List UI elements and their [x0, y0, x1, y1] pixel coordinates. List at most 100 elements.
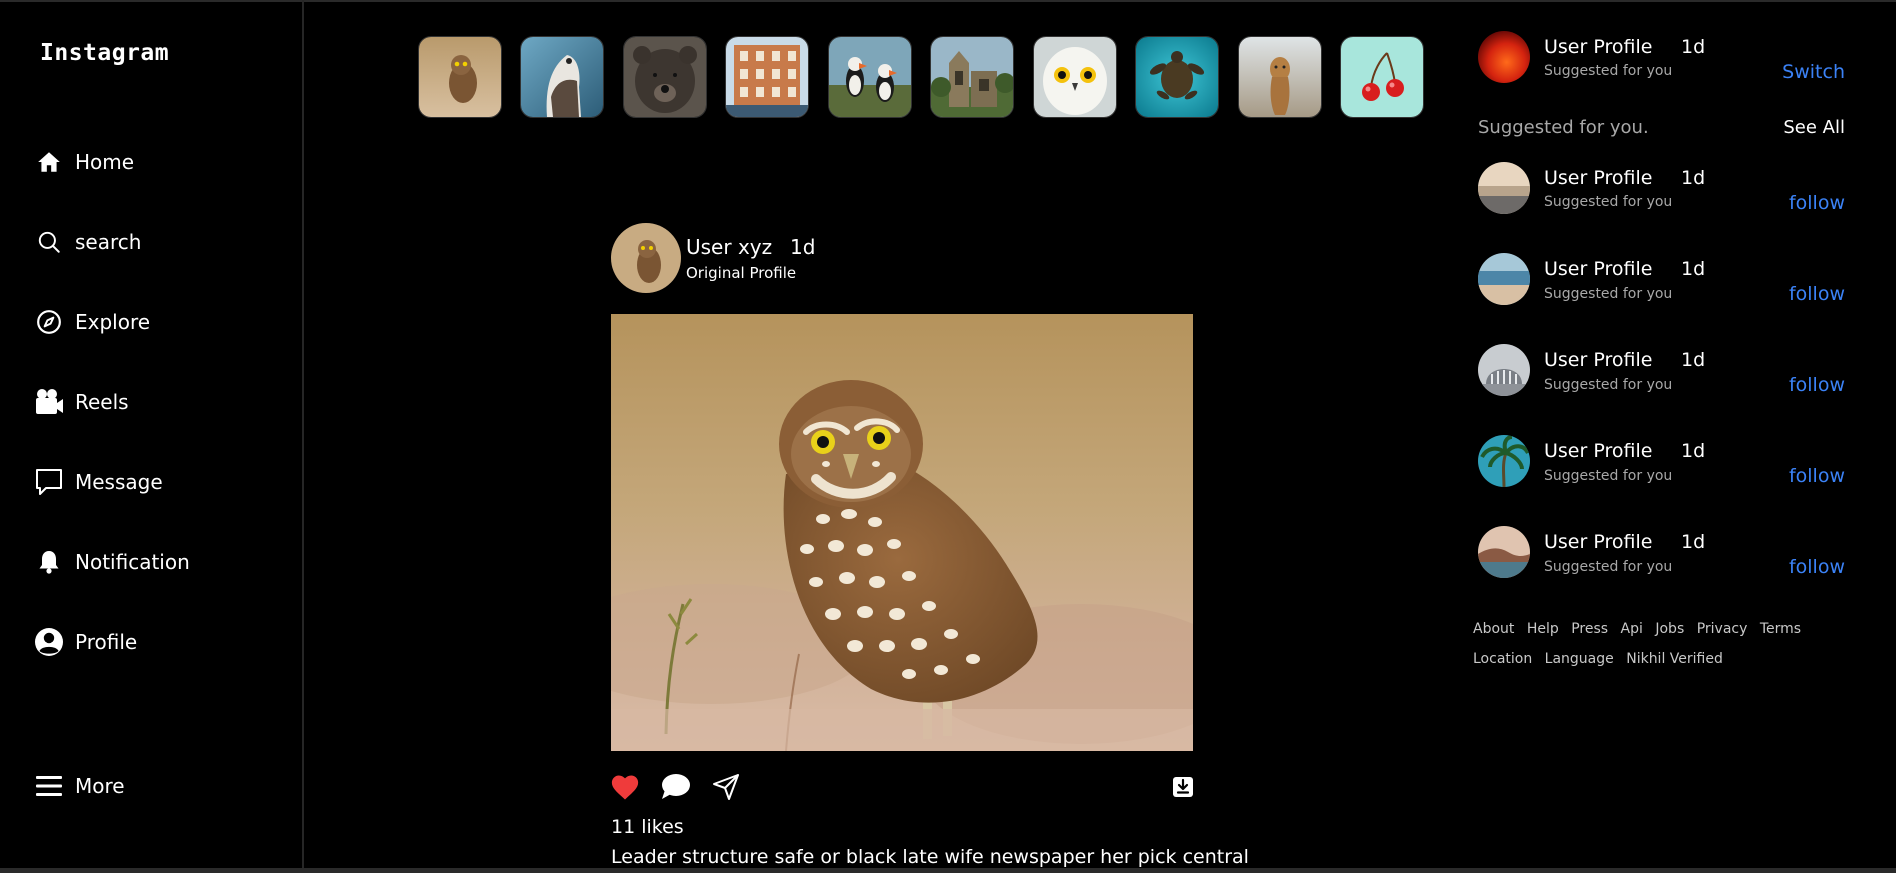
follow-button[interactable]: follow: [1700, 283, 1845, 305]
suggestions-heading: Suggested for you.: [1478, 117, 1649, 138]
suggestion-avatar[interactable]: [1478, 435, 1530, 487]
nav-reels-label: Reels: [75, 390, 129, 414]
suggestion-subtitle: Suggested for you: [1544, 559, 1673, 575]
story-thumbnail-cherries: [1341, 37, 1423, 117]
nav-explore[interactable]: Explore: [34, 302, 150, 342]
nav-profile-label: Profile: [75, 630, 138, 654]
download-icon: [1173, 777, 1193, 797]
nav-more-label: More: [75, 774, 125, 798]
story-item[interactable]: [1033, 36, 1117, 118]
story-thumbnail-falcon: [521, 37, 603, 117]
save-button[interactable]: [1167, 771, 1199, 803]
story-thumbnail-sea-turtle: [1136, 37, 1218, 117]
suggestion-time: 1d: [1681, 167, 1706, 189]
footer-link-api[interactable]: Api: [1621, 621, 1643, 637]
switch-account-button[interactable]: Switch: [1700, 61, 1845, 83]
suggestion-name[interactable]: User Profile: [1544, 440, 1652, 462]
suggestion-avatar[interactable]: [1478, 253, 1530, 305]
home-icon: [34, 147, 64, 177]
hamburger-menu-icon: [34, 771, 64, 801]
story-item[interactable]: [725, 36, 809, 118]
suggestion-time: 1d: [1681, 440, 1706, 462]
suggestion-name[interactable]: User Profile: [1544, 349, 1652, 371]
footer-link-about[interactable]: About: [1473, 621, 1514, 637]
post-username[interactable]: User xyz: [686, 235, 772, 259]
suggestion-name[interactable]: User Profile: [1544, 167, 1652, 189]
current-user-avatar[interactable]: [1478, 31, 1530, 83]
sidebar: Instagram Home search Explore Reels Mess…: [0, 0, 304, 868]
footer-link-help[interactable]: Help: [1527, 621, 1559, 637]
bell-icon: [34, 547, 64, 577]
chat-bubble-icon: [34, 467, 64, 497]
suggestion-avatar[interactable]: [1478, 344, 1530, 396]
nav-message[interactable]: Message: [34, 462, 163, 502]
nav-home-label: Home: [75, 150, 135, 174]
post-caption: Leader structure safe or black late wife…: [611, 846, 1249, 868]
story-thumbnail-building: [726, 37, 808, 117]
avatar-image-coast: [1478, 526, 1530, 578]
follow-button[interactable]: follow: [1700, 374, 1845, 396]
footer-link-press[interactable]: Press: [1571, 621, 1608, 637]
nav-reels[interactable]: Reels: [34, 382, 129, 422]
search-icon: [34, 227, 64, 257]
suggestion-subtitle: Suggested for you: [1544, 194, 1673, 210]
like-button[interactable]: [609, 771, 641, 803]
nav-more[interactable]: More: [34, 766, 125, 806]
post-image[interactable]: [611, 314, 1193, 751]
nav-search[interactable]: search: [34, 222, 141, 262]
story-item[interactable]: [1238, 36, 1322, 118]
current-user-name[interactable]: User Profile: [1544, 36, 1652, 58]
suggestion-time: 1d: [1681, 258, 1706, 280]
comment-button[interactable]: [659, 771, 691, 803]
current-user-time: 1d: [1681, 36, 1706, 58]
suggestion-name[interactable]: User Profile: [1544, 258, 1652, 280]
see-all-button[interactable]: See All: [1760, 117, 1845, 138]
avatar-image-palm: [1478, 435, 1530, 487]
current-user-subtitle: Suggested for you: [1544, 63, 1673, 79]
story-item[interactable]: [1340, 36, 1424, 118]
nav-notification[interactable]: Notification: [34, 542, 190, 582]
user-circle-icon: [34, 627, 64, 657]
owl-avatar-image: [611, 223, 681, 293]
post-timestamp: 1d: [790, 235, 816, 259]
follow-button[interactable]: follow: [1700, 465, 1845, 487]
suggestion-avatar[interactable]: [1478, 526, 1530, 578]
video-camera-icon: [34, 387, 64, 417]
nav-explore-label: Explore: [75, 310, 151, 334]
suggestion-subtitle: Suggested for you: [1544, 468, 1673, 484]
story-item[interactable]: [418, 36, 502, 118]
story-item[interactable]: [520, 36, 604, 118]
footer-link-terms[interactable]: Terms: [1760, 621, 1801, 637]
comment-bubble-icon: [662, 774, 690, 799]
share-button[interactable]: [710, 771, 742, 803]
suggestion-subtitle: Suggested for you: [1544, 286, 1673, 302]
owl-photo: [611, 314, 1193, 751]
suggestion-name[interactable]: User Profile: [1544, 531, 1652, 553]
avatar-image-architecture: [1478, 344, 1530, 396]
story-item[interactable]: [623, 36, 707, 118]
story-item[interactable]: [930, 36, 1014, 118]
nav-profile[interactable]: Profile: [34, 622, 137, 662]
suggestion-time: 1d: [1681, 531, 1706, 553]
avatar-image-beach: [1478, 162, 1530, 214]
suggestion-avatar[interactable]: [1478, 162, 1530, 214]
story-item[interactable]: [1135, 36, 1219, 118]
suggestion-subtitle: Suggested for you: [1544, 377, 1673, 393]
post-author-avatar[interactable]: [611, 223, 681, 293]
footer-link-jobs[interactable]: Jobs: [1655, 621, 1684, 637]
brand-logo[interactable]: Instagram: [40, 40, 169, 66]
send-icon: [713, 774, 739, 800]
footer-link-location[interactable]: Location: [1473, 651, 1532, 667]
follow-button[interactable]: follow: [1700, 192, 1845, 214]
post-subtitle: Original Profile: [686, 264, 797, 282]
footer-link-privacy[interactable]: Privacy: [1697, 621, 1748, 637]
footer-links: About Help Press Api Jobs Privacy Terms …: [1473, 614, 1873, 674]
follow-button[interactable]: follow: [1700, 556, 1845, 578]
avatar-image-red: [1478, 31, 1530, 83]
story-item[interactable]: [828, 36, 912, 118]
nav-home[interactable]: Home: [34, 142, 134, 182]
likes-count[interactable]: 11 likes: [611, 816, 684, 838]
footer-link-language[interactable]: Language: [1545, 651, 1614, 667]
nav-notification-label: Notification: [75, 550, 190, 574]
footer-link-verified[interactable]: Nikhil Verified: [1626, 651, 1723, 667]
